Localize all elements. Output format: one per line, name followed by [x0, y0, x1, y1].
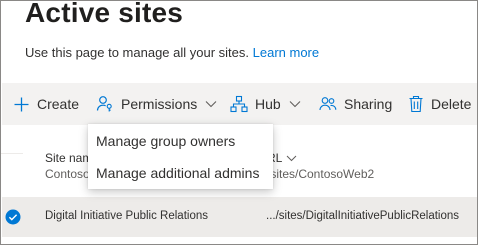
delete-label: Delete — [431, 96, 472, 112]
chevron-down-icon — [205, 100, 217, 108]
plus-icon — [13, 96, 30, 113]
sharing-button[interactable]: Sharing — [319, 83, 392, 125]
people-icon — [319, 95, 337, 113]
table-row-url: /sites/ContosoWeb2 — [267, 167, 375, 181]
column-header-site-name[interactable]: Site nam — [45, 151, 92, 165]
chevron-down-icon — [286, 151, 297, 165]
page-title: Active sites — [25, 0, 184, 28]
create-label: Create — [37, 96, 80, 112]
chevron-down-icon — [289, 100, 301, 108]
table-row-url: .../sites/DigitalInitiativePublicRelatio… — [266, 210, 460, 222]
hub-icon — [230, 95, 248, 113]
hub-label: Hub — [255, 96, 281, 112]
menu-item-manage-group-owners[interactable]: Manage group owners — [96, 133, 235, 149]
checkmark-circle-icon[interactable] — [5, 209, 21, 230]
sharing-label: Sharing — [344, 96, 393, 112]
permissions-button[interactable]: Permissions — [96, 83, 217, 125]
command-bar: Create Permissions Hub Sharing Delete — [2, 83, 477, 125]
table-row-site-name[interactable]: Digital Initiative Public Relations — [45, 210, 208, 222]
learn-more-link[interactable]: Learn more — [253, 45, 319, 60]
header-divider — [1, 153, 23, 154]
page-description: Use this page to manage all your sites. … — [25, 45, 319, 60]
delete-button[interactable]: Delete — [408, 83, 471, 125]
table-row[interactable]: Digital Initiative Public Relations .../… — [2, 197, 477, 237]
active-sites-page: Active sites Use this page to manage all… — [0, 0, 478, 245]
person-key-icon — [96, 95, 114, 113]
description-text: Use this page to manage all your sites. — [25, 45, 250, 60]
hub-button[interactable]: Hub — [230, 83, 301, 125]
menu-item-manage-additional-admins[interactable]: Manage additional admins — [96, 165, 259, 181]
trash-icon — [408, 95, 424, 113]
create-button[interactable]: Create — [13, 83, 79, 125]
permissions-dropdown-menu: Manage group owners Manage additional ad… — [88, 124, 273, 189]
permissions-label: Permissions — [121, 96, 198, 112]
table-row-site-name[interactable]: Contoso — [45, 167, 90, 181]
